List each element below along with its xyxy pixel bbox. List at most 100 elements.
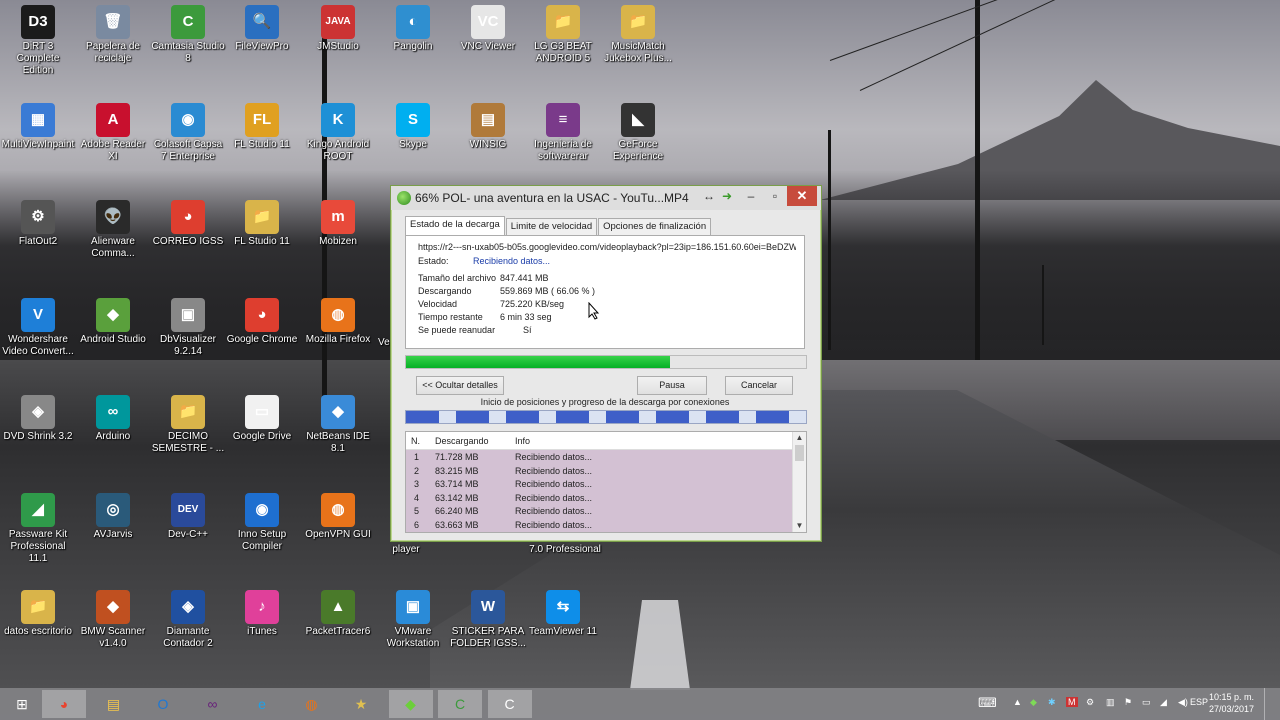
taskbar-windows-start-icon[interactable]: ⊞ [0, 690, 44, 718]
scroll-up-icon[interactable]: ▲ [793, 432, 806, 444]
table-scrollbar[interactable]: ▲ ▼ [792, 432, 806, 532]
table-row[interactable]: 6 63.663 MB Recibiendo datos... [406, 517, 806, 532]
desktop-icon[interactable]: ◣ GeForce Experience [600, 103, 676, 163]
desktop-icon[interactable]: m Mobizen [300, 200, 376, 248]
flag-icon[interactable]: ⚑ [1124, 697, 1132, 708]
scroll-thumb[interactable] [795, 445, 804, 461]
desktop-icon[interactable]: C Camtasia Studio 8 [150, 5, 226, 65]
settings-tray-icon[interactable]: ⚙ [1086, 697, 1094, 708]
desktop-icon[interactable]: W STICKER PARA FOLDER IGSS... [450, 590, 526, 650]
desktop-icon[interactable]: 📁 MusicMatch Jukebox Plus... [600, 5, 676, 65]
desktop-icon[interactable]: ◎ AVJarvis [75, 493, 151, 541]
battery-icon[interactable]: ▭ [1142, 697, 1151, 708]
desktop-icon[interactable]: ▣ DbVisualizer 9.2.14 [150, 298, 226, 358]
desktop-icon[interactable]: V Wondershare Video Convert... [0, 298, 76, 358]
tray-expand-icon[interactable]: ▲ [1013, 697, 1022, 707]
desktop-icon-label: CORREO IGSS [152, 236, 224, 247]
desktop-icon[interactable]: FL FL Studio 11 [224, 103, 300, 151]
desktop-icon[interactable]: D3 DiRT 3 Complete Edition [0, 5, 76, 77]
desktop-icon[interactable]: ◈ DVD Shrink 3.2 [0, 395, 76, 443]
table-row[interactable]: 3 63.714 MB Recibiendo datos... [406, 477, 806, 491]
desktop-icon[interactable]: ▲ PacketTracer6 [300, 590, 376, 638]
dialog-titlebar[interactable]: 66% POL- una aventura en la USAC - YouTu… [391, 186, 821, 210]
show-desktop-button[interactable] [1264, 688, 1280, 720]
desktop-icon[interactable]: ◉ Colasoft Capsa 7 Enterprise [150, 103, 226, 163]
taskbar-chrome-icon[interactable]: ◕ [42, 690, 86, 718]
bluetooth-icon[interactable]: ✱ [1048, 697, 1056, 708]
taskbar-idm-icon[interactable]: ◆ [388, 690, 433, 718]
tab-opciones-finalizacion[interactable]: Opciones de finalización [598, 218, 712, 236]
table-row[interactable]: 5 66.240 MB Recibiendo datos... [406, 504, 806, 518]
taskbar-camtasia-icon[interactable]: C [438, 690, 482, 718]
desktop-icon[interactable]: VC VNC Viewer [450, 5, 526, 53]
table-cell-size: 63.142 MB [435, 492, 479, 503]
desktop-icon[interactable]: JAVA JMStudio [300, 5, 376, 53]
desktop-icon[interactable]: ◈ Diamante Contador 2 [150, 590, 226, 650]
tab-limite-velocidad[interactable]: Limite de velocidad [505, 218, 598, 236]
close-button[interactable]: ✕ [787, 186, 817, 206]
desktop-icon-professional-label[interactable]: 7.0 Professional [525, 544, 605, 556]
desktop-icon[interactable]: 👽 Alienware Comma... [75, 200, 151, 260]
desktop-icon[interactable]: ◆ Android Studio [75, 298, 151, 346]
desktop-icon[interactable]: ♪ iTunes [224, 590, 300, 638]
desktop-icon[interactable]: ◆ NetBeans IDE 8.1 [300, 395, 376, 455]
desktop-icon[interactable]: A Adobe Reader XI [75, 103, 151, 163]
desktop-icon[interactable]: ◍ Mozilla Firefox [300, 298, 376, 346]
desktop-icon[interactable]: ⚙ FlatOut2 [0, 200, 76, 248]
desktop-icon-player-label[interactable]: player [376, 544, 436, 556]
system-clock[interactable]: 10:15 p. m. 27/03/2017 [1209, 691, 1254, 715]
desktop-icon[interactable]: 🔍 FileViewPro [224, 5, 300, 53]
desktop-icon[interactable]: S Skype [375, 103, 451, 151]
desktop-icon[interactable]: ⇆ TeamViewer 11 [525, 590, 601, 638]
taskbar-movie-maker-icon[interactable]: ★ [339, 690, 383, 718]
pause-button[interactable]: Pausa [637, 376, 707, 395]
network-icon[interactable]: ▥ [1106, 697, 1115, 708]
taskbar-internet-explorer-icon[interactable]: e [240, 690, 284, 718]
minimize-button[interactable]: – [739, 186, 763, 206]
taskbar-outlook-icon[interactable]: O [141, 690, 185, 718]
maximize-button[interactable]: ▫ [763, 186, 787, 206]
desktop-icon[interactable]: ▭ Google Drive [224, 395, 300, 443]
desktop-icon[interactable]: ▦ MultiViewInpaint [0, 103, 76, 151]
desktop-icon[interactable]: 📁 datos escritorio [0, 590, 76, 638]
desktop-icon[interactable]: ◍ OpenVPN GUI [300, 493, 376, 541]
taskbar-visual-studio-icon[interactable]: ∞ [191, 690, 235, 718]
table-row[interactable]: 2 83.215 MB Recibiendo datos... [406, 463, 806, 478]
desktop-icon[interactable]: 📁 DECIMO SEMESTRE - ... [150, 395, 226, 455]
desktop-icon[interactable]: K Kingo Android ROOT [300, 103, 376, 163]
desktop-icon[interactable]: ◢ Passware Kit Professional 11.1 [0, 493, 76, 565]
scroll-down-icon[interactable]: ▼ [793, 520, 806, 532]
desktop-icon[interactable]: 📁 FL Studio 11 [224, 200, 300, 248]
table-row[interactable]: 1 71.728 MB Recibiendo datos... [406, 450, 806, 464]
volume-icon[interactable]: ◀) [1178, 697, 1188, 708]
language-indicator[interactable]: ESP [1190, 697, 1208, 707]
wifi-icon[interactable]: ◢ [1160, 697, 1167, 708]
idm-tray-icon[interactable]: ◆ [1030, 697, 1037, 708]
mcafee-icon[interactable]: M [1066, 697, 1078, 707]
tab-estado[interactable]: Estado de la decarga [405, 216, 505, 236]
connections-table[interactable]: N. Descargando Info 1 71.728 MB Recibiendo… [405, 431, 807, 533]
taskbar-camtasia-recorder-icon[interactable]: C [487, 690, 532, 718]
desktop-icon[interactable]: ◕ Google Chrome [224, 298, 300, 346]
desktop-icon[interactable]: ◉ Inno Setup Compiler [224, 493, 300, 553]
desktop-icon[interactable]: ◐ Pangolin [375, 5, 451, 53]
table-row[interactable]: 4 63.142 MB Recibiendo datos... [406, 490, 806, 505]
app-icon: D3 [21, 5, 55, 39]
desktop-icon[interactable]: 📁 LG G3 BEAT ANDROID 5 [525, 5, 601, 65]
taskbar-firefox-icon[interactable]: ◍ [290, 690, 334, 718]
desktop-icon[interactable]: ∞ Arduino [75, 395, 151, 443]
hide-details-button[interactable]: << Ocultar detalles [416, 376, 504, 395]
desktop-icon[interactable]: ▤ WINSIG [450, 103, 526, 151]
download-dialog[interactable]: 66% POL- una aventura en la USAC - YouTu… [390, 185, 822, 542]
desktop-icon[interactable]: ≡ Ingenieria de softwarerar [525, 103, 601, 163]
cancel-button[interactable]: Cancelar [725, 376, 793, 395]
arrow-icon[interactable]: ➜ [715, 186, 739, 206]
info-value: 725.220 KB/seg [500, 299, 565, 309]
keyboard-icon[interactable]: ⌨ [978, 695, 997, 711]
desktop-icon[interactable]: ▣ VMware Workstation [375, 590, 451, 650]
desktop-icon[interactable]: 🗑 Papelera de reciclaje [75, 5, 151, 65]
taskbar-file-explorer-icon[interactable]: ▤ [92, 690, 136, 718]
desktop-icon[interactable]: ◕ CORREO IGSS [150, 200, 226, 248]
desktop-icon[interactable]: ◆ BMW Scanner v1.4.0 [75, 590, 151, 650]
desktop-icon[interactable]: DEV Dev-C++ [150, 493, 226, 541]
